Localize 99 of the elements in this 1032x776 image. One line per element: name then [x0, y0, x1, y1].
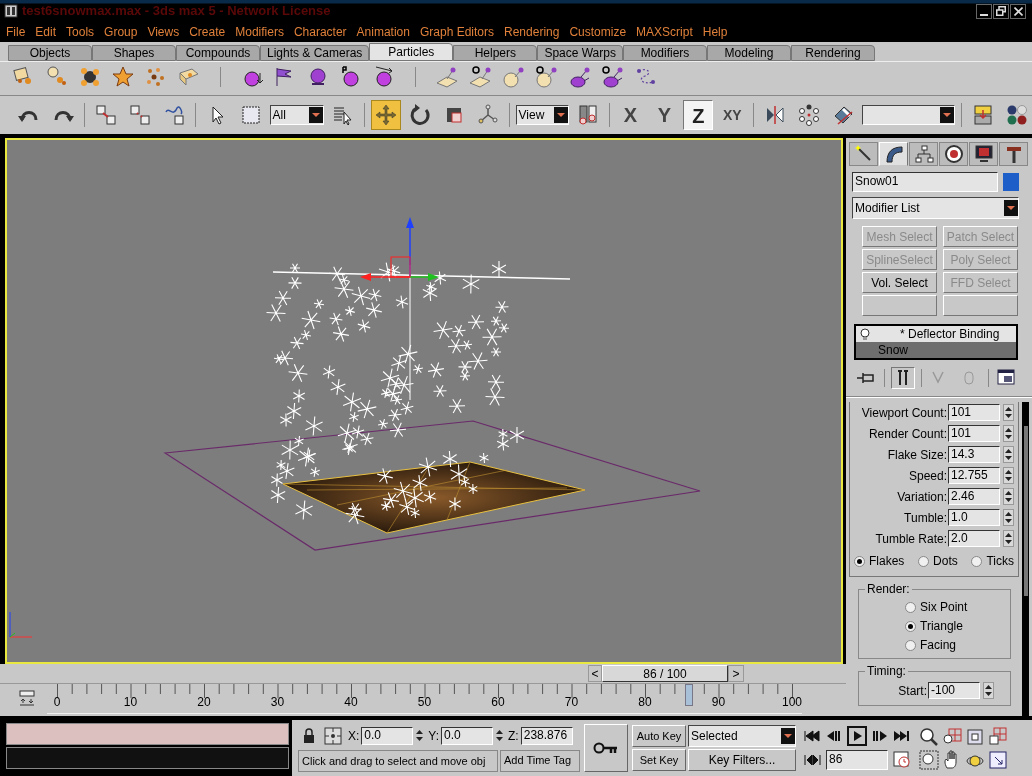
spinner-field[interactable]: 2.0: [948, 530, 1000, 547]
menu-item[interactable]: Views: [147, 23, 180, 41]
timeline-label: 10: [123, 695, 138, 709]
menu-item[interactable]: Help: [702, 23, 728, 41]
menu-item[interactable]: Modifiers: [235, 23, 284, 41]
tab[interactable]: Particles: [369, 43, 454, 61]
menu-item[interactable]: Group: [104, 23, 138, 41]
spinner-field[interactable]: 101: [948, 404, 1000, 421]
stack-item-label: Snow: [878, 342, 909, 359]
auto-key-button[interactable]: Auto Key: [632, 725, 686, 747]
dropdown[interactable]: Selected: [688, 725, 796, 747]
radio-option[interactable]: Dots: [918, 552, 958, 570]
menu-item[interactable]: Character: [293, 23, 347, 41]
tab[interactable]: Modifiers: [622, 45, 707, 61]
timeline-label: 80: [638, 695, 652, 709]
radio-label: Facing: [920, 637, 957, 654]
spinner-label: Viewport Count:: [861, 404, 947, 422]
modifier-button[interactable]: Vol. Select: [862, 272, 937, 293]
current-frame-field[interactable]: 86: [826, 750, 888, 770]
spinner-label: Tumble:: [904, 509, 947, 527]
radio-option[interactable]: Triangle: [905, 617, 1010, 635]
tab[interactable]: Rendering: [790, 45, 875, 61]
radio-option[interactable]: Six Point: [905, 598, 1010, 616]
coordinate-field[interactable]: 0.0: [361, 726, 414, 745]
tab[interactable]: Modeling: [706, 45, 791, 61]
object-name-field[interactable]: Snow01: [852, 172, 998, 192]
spinner-label: Flake Size:: [887, 446, 947, 464]
dropdown-value: Selected: [690, 728, 739, 745]
spinner-label: Variation:: [897, 488, 947, 506]
axis-constraint-button[interactable]: Z: [683, 100, 714, 130]
spinner-label: Speed:: [908, 467, 947, 485]
timeline-label: 60: [491, 695, 505, 709]
spinner-field[interactable]: 14.3: [948, 446, 1000, 463]
menu-item[interactable]: File: [6, 23, 26, 41]
tab[interactable]: Compounds: [176, 45, 260, 61]
radio-label: Dots: [933, 553, 958, 570]
coordinate-label: X:: [348, 727, 360, 745]
timeline-label: 70: [564, 695, 579, 709]
menu-item[interactable]: Graph Editors: [420, 23, 495, 41]
spinner-field[interactable]: 1.0: [948, 509, 1000, 526]
spinner-label: Start:: [898, 682, 927, 700]
spinner-field[interactable]: 101: [948, 425, 1000, 442]
dropdown-value: All: [271, 107, 287, 124]
spinner-field[interactable]: 12.755: [948, 467, 1000, 484]
coordinate-label: Y:: [428, 727, 440, 745]
menu-item[interactable]: Rendering: [504, 23, 560, 41]
previous-frame-button[interactable]: <: [588, 665, 602, 682]
add-time-tag-button[interactable]: Add Time Tag: [500, 749, 580, 772]
group-title: Timing:: [865, 664, 908, 678]
axis-constraint-button[interactable]: X: [615, 100, 646, 130]
timeline-label: 50: [417, 695, 432, 709]
tab[interactable]: Helpers: [453, 45, 538, 61]
timeline-label: 40: [344, 695, 358, 709]
key-filters-button[interactable]: Key Filters...: [688, 749, 796, 771]
timeline-label: 0: [53, 695, 61, 709]
dropdown[interactable]: Modifier List: [852, 197, 1019, 219]
stack-item-label: * Deflector Binding: [900, 326, 1000, 343]
radio-label: Six Point: [920, 599, 968, 616]
timeline-label: 20: [197, 695, 211, 709]
spinner-field[interactable]: -100: [928, 682, 980, 699]
menu-item[interactable]: Animation: [356, 23, 410, 41]
axis-constraint-button[interactable]: Y: [649, 100, 680, 130]
menu-item[interactable]: MAXScript: [636, 23, 693, 41]
spinner-field[interactable]: 2.46: [948, 488, 1000, 505]
menu-item[interactable]: Tools: [66, 23, 95, 41]
menu-item[interactable]: Create: [189, 23, 226, 41]
tab[interactable]: Space Warps: [537, 45, 623, 61]
dropdown-value: Modifier List: [854, 200, 921, 217]
menu-item[interactable]: Customize: [569, 23, 627, 41]
timeline-label: 100: [782, 695, 802, 709]
next-frame-button[interactable]: >: [728, 665, 744, 682]
tab[interactable]: Lights & Cameras: [260, 45, 370, 61]
dropdown-value: View: [517, 107, 546, 124]
window-title: test6snowmax.max - 3ds max 5 - Network License: [22, 2, 331, 21]
timeline-label: 90: [711, 695, 726, 709]
dropdown[interactable]: All: [269, 105, 325, 125]
group-title: Render:: [865, 582, 912, 596]
dropdown[interactable]: View: [515, 105, 569, 125]
coordinate-label: Z:: [508, 727, 519, 745]
radio-label: Triangle: [920, 618, 963, 635]
timeline-label: 30: [270, 695, 285, 709]
radio-option[interactable]: Facing: [905, 636, 1010, 654]
radio-option[interactable]: Flakes: [854, 552, 905, 570]
menu-item[interactable]: Edit: [35, 23, 57, 41]
radio-label: Ticks: [986, 553, 1014, 570]
time-slider-thumb[interactable]: 86 / 100: [602, 665, 728, 682]
spinner-label: Tumble Rate:: [875, 530, 947, 548]
spinner-label: Render Count:: [868, 425, 947, 443]
tab[interactable]: Shapes: [92, 45, 176, 61]
set-key-button[interactable]: Set Key: [632, 749, 686, 771]
radio-option[interactable]: Ticks: [971, 552, 1014, 570]
radio-label: Flakes: [869, 553, 905, 570]
timeline-ruler[interactable]: 0 10 20 30 40 50 60 70 80 90 100: [47, 684, 802, 714]
axis-constraint-button[interactable]: XY: [717, 100, 748, 130]
coordinate-field[interactable]: 0.0: [441, 726, 494, 745]
tab[interactable]: Objects: [8, 45, 92, 61]
status-prompt: Click and drag to select and move obj: [298, 749, 498, 772]
coordinate-field[interactable]: 238.876: [520, 726, 573, 745]
stack-item[interactable]: Snow: [856, 342, 1016, 358]
